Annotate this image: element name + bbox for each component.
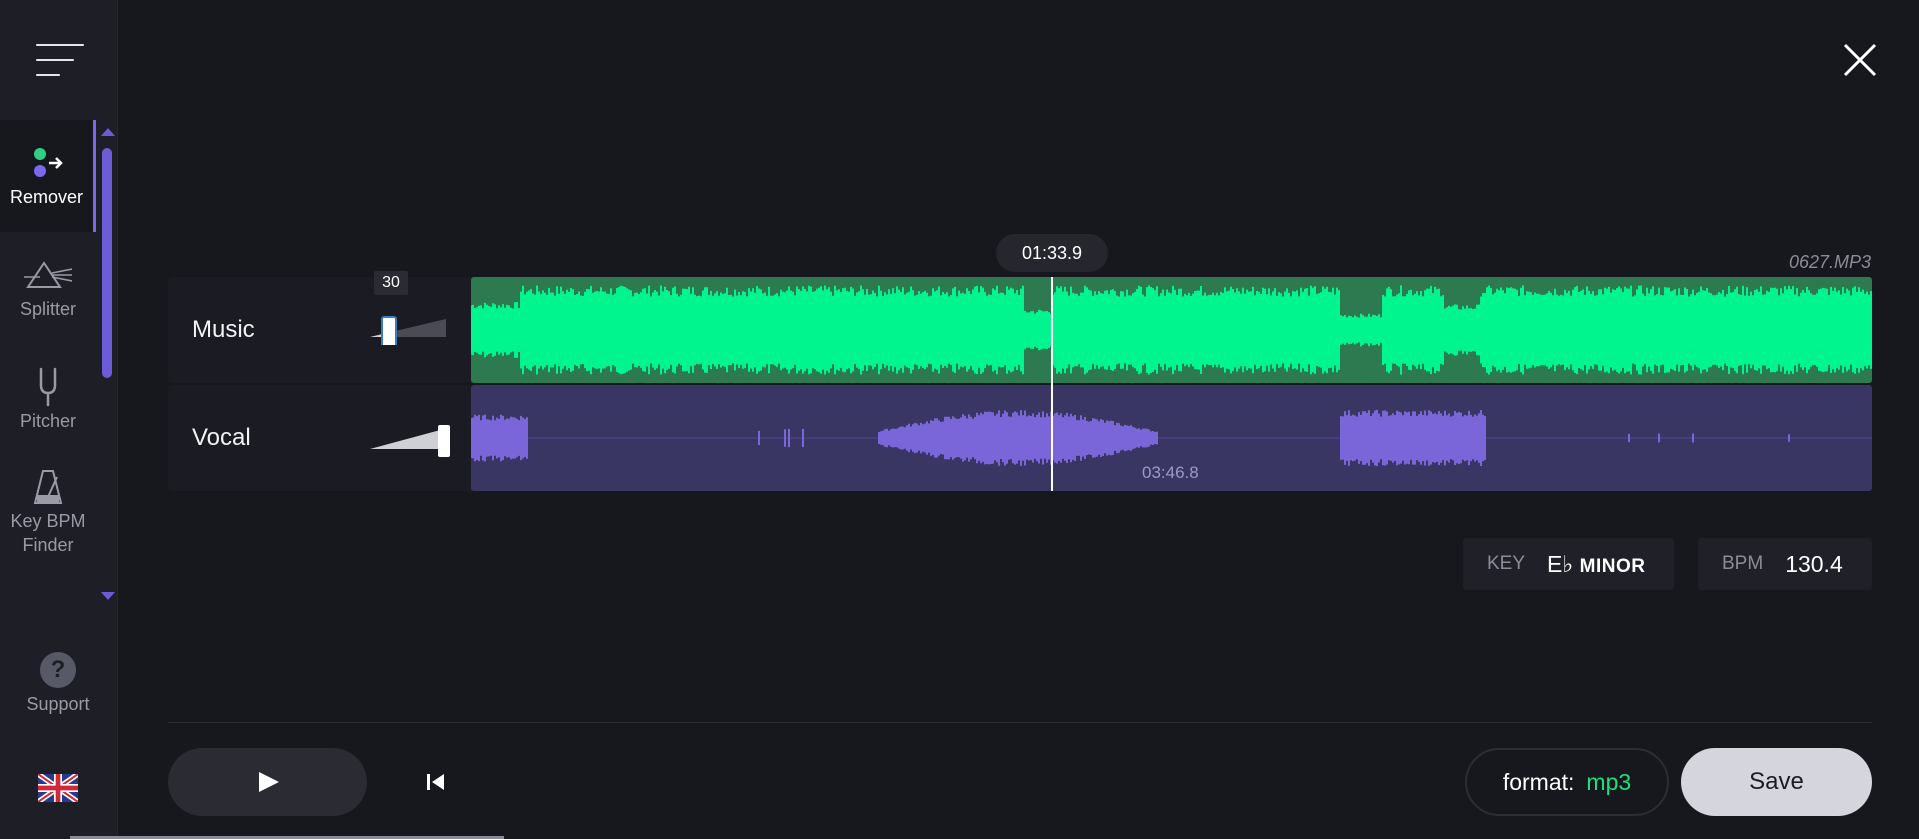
question-mark-icon: ? [40, 652, 76, 688]
tuning-fork-icon [33, 367, 63, 407]
sidebar-scrollbar[interactable] [100, 124, 115, 604]
close-icon[interactable] [1840, 40, 1880, 80]
music-waveform-graphic [471, 285, 1872, 375]
play-icon [259, 772, 279, 792]
total-duration: 03:46.8 [1142, 463, 1199, 482]
key-value: E♭ MINOR [1547, 551, 1645, 578]
format-label: format: [1502, 768, 1575, 795]
sidebar-item-label: Key BPM Finder [10, 511, 86, 555]
sidebar-item-pitcher[interactable]: Pitcher [0, 344, 96, 456]
bpm-label: BPM [1722, 553, 1764, 574]
key-label: KEY [1487, 553, 1526, 574]
key-mode: MINOR [1579, 555, 1646, 577]
hamburger-menu-icon[interactable] [36, 42, 84, 78]
divider [168, 722, 1872, 723]
support-label: Support [26, 694, 90, 714]
sidebar-item-label: Splitter [19, 299, 77, 319]
save-button[interactable]: Save [1681, 748, 1872, 816]
vocal-track: Vocal [168, 385, 1872, 491]
music-track: Music 30 [168, 271, 1872, 383]
volume-tooltip: 30 [374, 271, 408, 295]
file-name: 0627.MP3 [1788, 252, 1871, 272]
vocal-volume-slider[interactable] [368, 423, 450, 457]
nav-list: Remover Splitter Pitcher Key BPM Finder [0, 120, 96, 568]
track-label: Vocal [192, 424, 251, 451]
sidebar-item-splitter[interactable]: Splitter [0, 232, 96, 344]
sidebar: Remover Splitter Pitcher Key BPM Finder … [0, 0, 118, 839]
scroll-thumb[interactable] [102, 148, 112, 378]
sidebar-item-label: Pitcher [19, 411, 77, 431]
playhead[interactable] [1051, 277, 1053, 491]
sidebar-item-label: Remover [9, 187, 84, 207]
track-label: Music [192, 316, 255, 343]
skip-to-start-icon[interactable] [424, 770, 448, 794]
uk-flag-icon[interactable] [36, 771, 80, 805]
sidebar-item-key-bpm-finder[interactable]: Key BPM Finder [0, 456, 96, 568]
format-selector[interactable]: format: mp3 [1465, 748, 1669, 816]
music-waveform[interactable] [471, 277, 1872, 383]
support-button[interactable]: ? Support [0, 652, 116, 715]
key-display: KEY E♭ MINOR [1463, 538, 1674, 590]
current-time-badge: 01:33.9 [996, 234, 1108, 272]
scroll-down-arrow-icon[interactable] [101, 592, 115, 600]
play-button[interactable] [168, 748, 367, 816]
format-value: mp3 [1586, 768, 1632, 795]
music-volume-slider[interactable] [368, 315, 448, 348]
sidebar-item-remover[interactable]: Remover [0, 120, 96, 232]
bpm-value: 130.4 [1785, 550, 1843, 577]
bpm-display: BPM 130.4 [1698, 538, 1872, 590]
metronome-icon [33, 467, 63, 507]
scroll-up-arrow-icon[interactable] [101, 128, 115, 136]
key-note: E♭ [1547, 550, 1574, 577]
prism-icon [24, 255, 72, 295]
remover-icon [27, 143, 67, 183]
